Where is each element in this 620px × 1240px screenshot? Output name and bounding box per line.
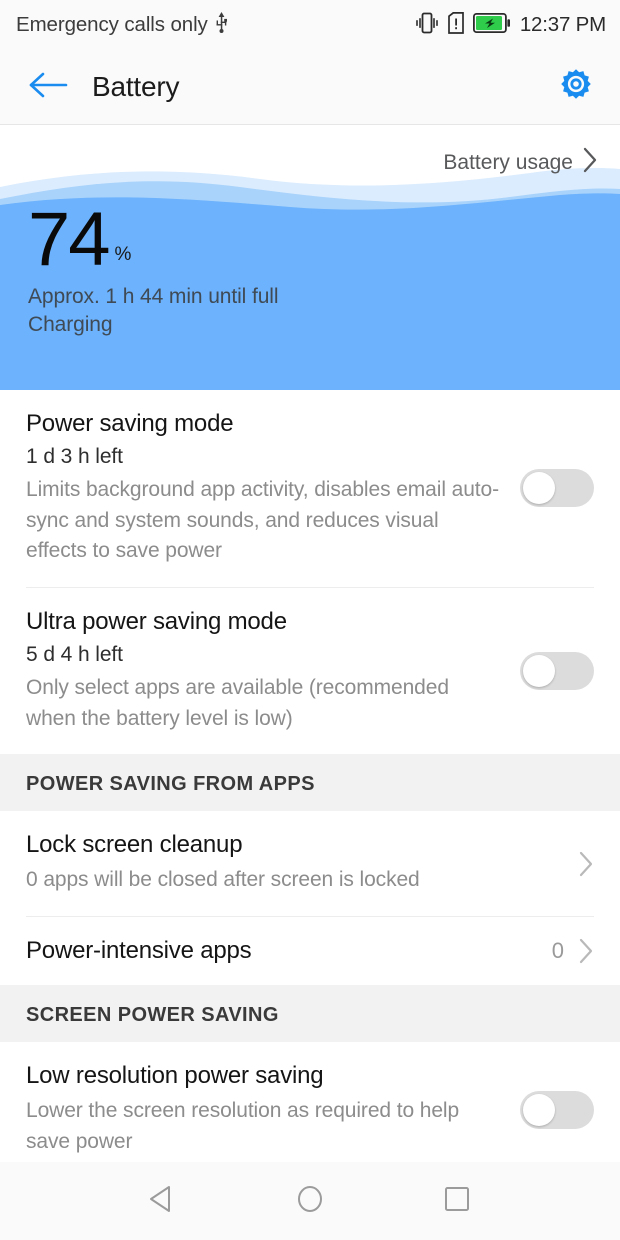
section-header-power-saving-from-apps: POWER SAVING FROM APPS (0, 754, 620, 812)
phone-screen: Emergency calls only 12:37 PM Battery Ba… (0, 0, 620, 1240)
row-power-intensive-apps-text: Power-intensive apps (26, 937, 552, 965)
row-title: Ultra power saving mode (26, 607, 287, 635)
battery-percent-sign: % (114, 244, 132, 266)
sim-card-alert-icon (447, 11, 464, 39)
row-description: Only select apps are available (recommen… (26, 675, 449, 730)
battery-level-info: 74 % Approx. 1 h 44 min until full Charg… (28, 197, 279, 337)
nav-home-button[interactable] (275, 1166, 345, 1236)
vibrate-icon (415, 12, 439, 39)
scroll-content[interactable]: Battery usage 74 % Approx. 1 h 44 min un… (0, 125, 620, 1240)
power-intensive-apps-count: 0 (551, 937, 564, 963)
status-bar-right: 12:37 PM (415, 11, 606, 39)
time-until-full: Approx. 1 h 44 min until full (28, 285, 279, 309)
nav-recents-button[interactable] (422, 1166, 492, 1236)
row-power-saving-mode[interactable]: Power saving mode 1 d 3 h left Limits ba… (0, 390, 620, 587)
apps-list: Lock screen cleanup 0 apps will be close… (0, 811, 620, 985)
gear-icon (558, 67, 594, 108)
toggle-knob (523, 655, 555, 688)
chevron-right-icon (578, 937, 594, 965)
ultra-power-saving-mode-toggle[interactable] (520, 652, 594, 691)
back-arrow-icon (28, 71, 68, 104)
nav-home-circle-icon (293, 1182, 327, 1221)
status-bar-left: Emergency calls only (16, 11, 228, 39)
action-bar: Battery (0, 50, 620, 125)
back-button[interactable] (26, 65, 70, 109)
row-title: Low resolution power saving (26, 1061, 324, 1089)
row-power-intensive-apps[interactable]: Power-intensive apps 0 (0, 916, 620, 985)
row-low-resolution-text: Low resolution power saving Lower the sc… (26, 1062, 520, 1157)
battery-percent-value: 74 (28, 197, 111, 282)
android-nav-bar (0, 1162, 620, 1240)
row-meta: 1 d 3 h left (26, 445, 123, 468)
chevron-right-icon (578, 850, 594, 878)
settings-button[interactable] (554, 65, 598, 109)
row-lock-screen-cleanup[interactable]: Lock screen cleanup 0 apps will be close… (0, 811, 620, 916)
row-title: Power saving mode (26, 410, 234, 437)
page-title: Battery (92, 71, 180, 102)
row-description: 0 apps will be closed after screen is lo… (26, 868, 420, 892)
row-meta: 5 d 4 h left (26, 642, 123, 666)
row-title: Lock screen cleanup (26, 831, 243, 859)
status-bar-clock: 12:37 PM (519, 13, 606, 36)
toggle-knob (523, 472, 555, 505)
row-description: Limits background app activity, disables… (26, 478, 499, 563)
section-header-screen-power-saving: SCREEN POWER SAVING (0, 984, 620, 1042)
row-ultra-power-saving-mode-text: Ultra power saving mode 5 d 4 h left Onl… (26, 608, 520, 734)
charge-state: Charging (28, 313, 113, 337)
row-lock-screen-cleanup-text: Lock screen cleanup 0 apps will be close… (26, 831, 578, 896)
battery-usage-label: Battery usage (443, 151, 573, 174)
battery-usage-link[interactable]: Battery usage (443, 147, 598, 179)
battery-percent-row: 74 % (28, 197, 278, 282)
row-title: Power-intensive apps (26, 936, 252, 964)
row-low-resolution-power-saving[interactable]: Low resolution power saving Lower the sc… (0, 1041, 620, 1178)
battery-charging-icon (472, 12, 511, 38)
row-power-saving-mode-text: Power saving mode 1 d 3 h left Limits ba… (26, 410, 520, 567)
nav-back-button[interactable] (128, 1166, 198, 1236)
settings-list: Power saving mode 1 d 3 h left Limits ba… (0, 390, 620, 755)
power-saving-mode-toggle[interactable] (520, 469, 594, 508)
carrier-label: Emergency calls only (16, 13, 208, 36)
nav-back-triangle-icon (146, 1182, 180, 1221)
battery-level-hero: Battery usage 74 % Approx. 1 h 44 min un… (0, 125, 620, 390)
chevron-right-icon (583, 147, 598, 179)
nav-recents-square-icon (440, 1182, 474, 1221)
low-resolution-power-saving-toggle[interactable] (520, 1090, 594, 1129)
row-description: Lower the screen resolution as required … (26, 1098, 460, 1153)
usb-icon (215, 11, 228, 39)
status-bar: Emergency calls only 12:37 PM (0, 0, 620, 50)
row-ultra-power-saving-mode[interactable]: Ultra power saving mode 5 d 4 h left Onl… (0, 587, 620, 755)
toggle-knob (523, 1093, 555, 1126)
screen-list: Low resolution power saving Lower the sc… (0, 1041, 620, 1178)
